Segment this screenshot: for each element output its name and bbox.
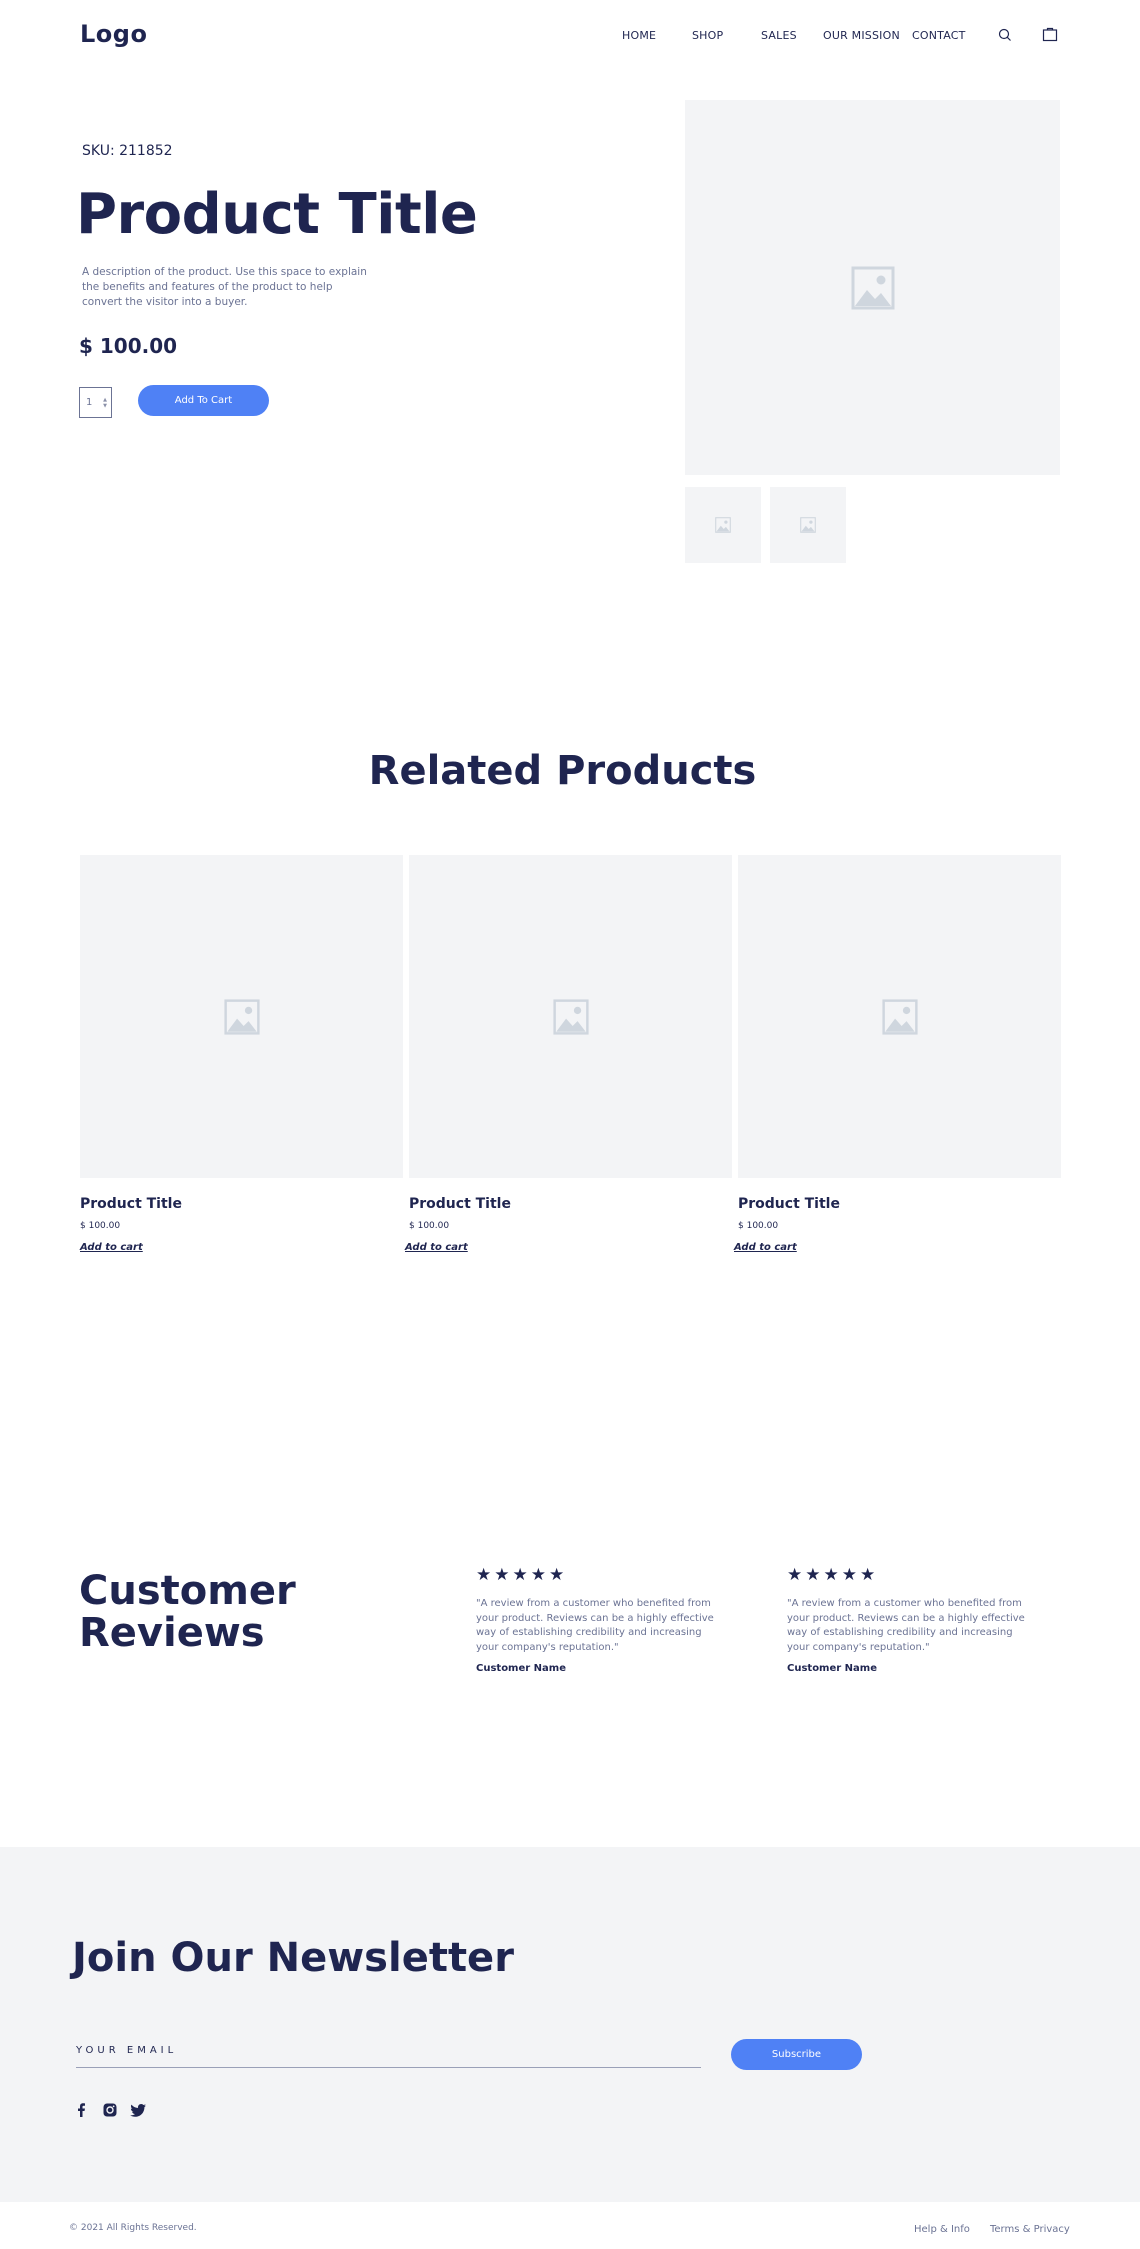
image-placeholder-icon xyxy=(881,998,918,1035)
related-product-title[interactable]: Product Title xyxy=(80,1196,182,1212)
add-to-cart-link[interactable]: Add to cart xyxy=(80,1242,143,1253)
search-icon[interactable] xyxy=(998,27,1012,46)
product-price: $ 100.00 xyxy=(79,334,178,358)
facebook-icon[interactable] xyxy=(76,2102,86,2121)
related-product-price: $ 100.00 xyxy=(738,1221,779,1231)
review-text: "A review from a customer who benefited … xyxy=(476,1598,714,1653)
nav-home[interactable]: HOME xyxy=(622,29,656,42)
image-placeholder-icon xyxy=(552,998,589,1035)
newsletter-section xyxy=(0,1847,1140,2202)
related-product-price: $ 100.00 xyxy=(409,1221,450,1231)
nav-contact[interactable]: CONTACT xyxy=(912,29,966,42)
product-title: Product Title xyxy=(76,182,478,247)
star-rating: ★★★★★ xyxy=(787,1565,879,1585)
customer-reviews-heading: Customer Reviews xyxy=(79,1568,296,1656)
product-sku: SKU: 211852 xyxy=(82,143,173,159)
twitter-icon[interactable] xyxy=(130,2102,146,2121)
image-placeholder-icon xyxy=(800,517,816,533)
related-product-image[interactable] xyxy=(738,855,1061,1178)
image-placeholder-icon xyxy=(715,517,731,533)
footer-link-terms-privacy[interactable]: Terms & Privacy xyxy=(990,2224,1070,2235)
product-description: A description of the product. Use this s… xyxy=(82,266,367,308)
related-product-image[interactable] xyxy=(80,855,403,1178)
product-main-image xyxy=(685,100,1060,475)
stepper-arrows-icon[interactable]: ▲ ▼ xyxy=(103,397,107,409)
star-rating: ★★★★★ xyxy=(476,1565,568,1585)
image-placeholder-icon xyxy=(223,998,260,1035)
review-text: "A review from a customer who benefited … xyxy=(787,1598,1025,1653)
quantity-value: 1 xyxy=(86,397,93,408)
nav-shop[interactable]: SHOP xyxy=(692,29,723,42)
add-to-cart-link[interactable]: Add to cart xyxy=(405,1242,468,1253)
copyright-text: © 2021 All Rights Reserved. xyxy=(69,2223,197,2233)
related-product-price: $ 100.00 xyxy=(80,1221,121,1231)
related-product-image[interactable] xyxy=(409,855,732,1178)
add-to-cart-button[interactable]: Add To Cart xyxy=(138,385,269,416)
related-product-title[interactable]: Product Title xyxy=(738,1196,840,1212)
product-thumbnail-2[interactable] xyxy=(770,487,846,563)
quantity-stepper[interactable]: 1 ▲ ▼ xyxy=(79,387,112,418)
shopping-bag-icon[interactable] xyxy=(1042,26,1058,46)
reviewer-name: Customer Name xyxy=(787,1663,877,1674)
logo[interactable]: Logo xyxy=(80,20,147,48)
subscribe-button[interactable]: Subscribe xyxy=(731,2039,862,2070)
newsletter-heading: Join Our Newsletter xyxy=(72,1935,514,1981)
email-field[interactable] xyxy=(76,2038,701,2068)
footer-link-help-info[interactable]: Help & Info xyxy=(914,2224,970,2235)
nav-sales[interactable]: SALES xyxy=(761,29,797,42)
reviewer-name: Customer Name xyxy=(476,1663,566,1674)
related-products-heading: Related Products xyxy=(368,748,757,794)
product-thumbnail-1[interactable] xyxy=(685,487,761,563)
add-to-cart-link[interactable]: Add to cart xyxy=(734,1242,797,1253)
nav-our-mission[interactable]: OUR MISSION xyxy=(823,29,900,42)
image-placeholder-icon xyxy=(851,266,894,309)
related-product-title[interactable]: Product Title xyxy=(409,1196,511,1212)
instagram-icon[interactable] xyxy=(103,2102,117,2121)
